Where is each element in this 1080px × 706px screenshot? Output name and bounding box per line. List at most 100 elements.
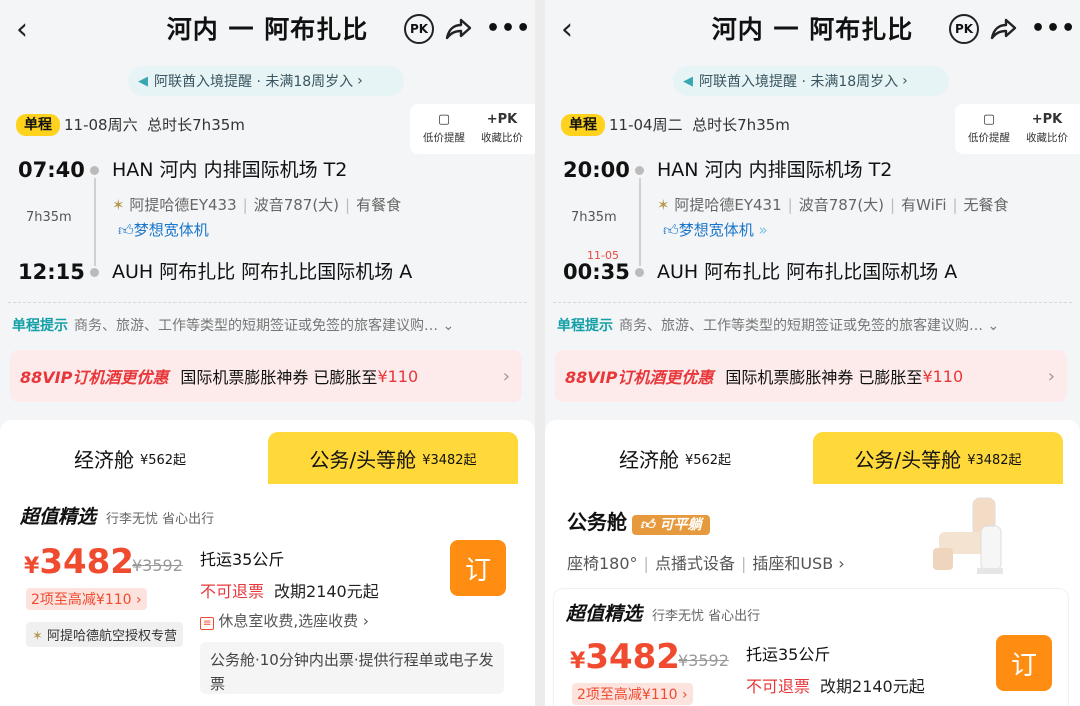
- price-alert-button[interactable]: ▢ 低价提醒: [959, 110, 1019, 145]
- lie-flat-badge: 👍︎ 可平躺: [632, 515, 710, 535]
- original-price: ¥3592: [132, 556, 183, 575]
- offer-card: 超值精选 行李无忧 省心出行 ¥3482 ¥3592 2项至高减¥110 › 托运…: [8, 492, 522, 706]
- arrival-time: 12:15: [18, 260, 85, 284]
- promo-amount: ¥110: [922, 366, 964, 386]
- airline-auth-tag: ✶ 阿提哈德航空授权专营: [26, 622, 184, 647]
- departure-airport: HAN 河内 内排国际机场 T2: [112, 159, 348, 181]
- chevron-right-icon: ›: [902, 73, 908, 89]
- notice-text: 阿联酋入境提醒 · 未满18周岁入: [699, 74, 899, 90]
- tab-business[interactable]: 公务/头等舱 ¥3482起: [813, 432, 1063, 484]
- order-button[interactable]: 订: [996, 635, 1052, 691]
- cabin-title: 公务舱: [567, 510, 627, 534]
- departure-dot: [90, 166, 99, 175]
- divider: [553, 302, 1072, 303]
- arrival-dot: [635, 268, 644, 277]
- share-icon[interactable]: [988, 14, 1018, 48]
- pk-icon[interactable]: PK: [404, 14, 434, 44]
- refund-info: 不可退票 改期2140元起: [200, 582, 379, 601]
- order-button[interactable]: 订: [450, 540, 506, 596]
- collect-compare-button[interactable]: +PK 收藏比价: [472, 110, 532, 145]
- departure-airport: HAN 河内 内排国际机场 T2: [657, 159, 893, 181]
- collect-compare-button[interactable]: +PK 收藏比价: [1017, 110, 1077, 145]
- list-icon: ≡: [200, 617, 215, 630]
- cabin-features[interactable]: 座椅180° | 点播式设备 | 插座和USB ›: [567, 550, 845, 574]
- vip-promo-banner[interactable]: 88VIP订机酒更优惠 国际机票膨胀神券 已膨胀至 ¥110 ›: [555, 350, 1067, 402]
- thumbs-up-icon: 👍︎: [118, 221, 134, 239]
- refund-info: 不可退票 改期2140元起: [746, 677, 925, 696]
- chevron-right-icon: ›: [1047, 365, 1055, 387]
- flight-date: 11-04周二 总时长7h35m: [609, 116, 790, 134]
- chart-alert-icon: ▢: [982, 112, 996, 127]
- share-icon[interactable]: [443, 14, 473, 48]
- departure-time: 20:00: [563, 158, 630, 182]
- discount-badge[interactable]: 2项至高减¥110 ›: [26, 588, 147, 610]
- megaphone-icon: ◀: [683, 73, 693, 89]
- trip-tip[interactable]: 单程提示 商务、旅游、工作等类型的短期签证或免签的旅客建议购… ⌄: [557, 315, 1062, 335]
- tab-business[interactable]: 公务/头等舱 ¥3482起: [268, 432, 518, 484]
- promo-text: 国际机票膨胀神券 已膨胀至: [725, 368, 923, 387]
- ticket-note: 公务舱·10分钟内出票·提供行程单或电子发票: [200, 642, 504, 694]
- action-box: ▢ 低价提醒 +PK 收藏比价: [410, 104, 535, 154]
- baggage-info: 托运35公斤: [200, 550, 285, 569]
- cabin-section: 经济舱 ¥562起 公务/头等舱 ¥3482起 公务舱 👍︎ 可平躺 座椅180° |…: [545, 420, 1080, 706]
- offer-price: ¥3482: [24, 542, 134, 582]
- more-icon[interactable]: •••: [486, 14, 531, 44]
- offer-badge: 超值精选 行李无忧 省心出行: [566, 603, 761, 625]
- route-line: [94, 178, 96, 266]
- chart-alert-icon: ▢: [437, 112, 451, 127]
- offer-badge: 超值精选 行李无忧 省心出行: [20, 506, 215, 528]
- flight-duration: 7h35m: [26, 210, 72, 225]
- action-box: ▢ 低价提醒 +PK 收藏比价: [955, 104, 1080, 154]
- departure-dot: [635, 166, 644, 175]
- trip-tip[interactable]: 单程提示 商务、旅游、工作等类型的短期签证或免签的旅客建议购… ⌄: [12, 315, 517, 335]
- price-alert-button[interactable]: ▢ 低价提醒: [414, 110, 474, 145]
- promo-brand: 88VIP订机酒更优惠: [565, 368, 714, 387]
- wide-body-label: 👍︎梦想宽体机 »: [663, 221, 768, 239]
- route-line: [639, 178, 641, 266]
- double-chevron-icon: »: [758, 221, 768, 239]
- cabin-section: 经济舱 ¥562起 公务/头等舱 ¥3482起 超值精选 行李无忧 省心出行 ¥348…: [0, 420, 535, 706]
- pk-plus-icon: +PK: [1031, 112, 1063, 127]
- megaphone-icon: ◀: [138, 73, 148, 89]
- vip-promo-banner[interactable]: 88VIP订机酒更优惠 国际机票膨胀神券 已膨胀至 ¥110 ›: [10, 350, 522, 402]
- right-panel: ‹ 河内 一 阿布扎比 PK ••• ◀ 阿联酋入境提醒 · 未满18周岁入 ›…: [545, 0, 1080, 706]
- seat-image: [929, 492, 1009, 582]
- arrival-airport: AUH 阿布扎比 阿布扎比国际机场 A: [112, 261, 413, 283]
- chevron-right-icon: ›: [357, 73, 363, 89]
- thumbs-up-icon: 👍︎: [663, 221, 679, 239]
- trip-type-badge: 单程: [16, 114, 60, 136]
- flight-date: 11-08周六 总时长7h35m: [64, 116, 245, 134]
- entry-notice[interactable]: ◀ 阿联酋入境提醒 · 未满18周岁入 ›: [673, 66, 949, 96]
- offer-card: 超值精选 行李无忧 省心出行 ¥3482 ¥3592 2项至高减¥110 › 托运…: [553, 588, 1069, 706]
- tab-economy[interactable]: 经济舱 ¥562起: [20, 432, 240, 484]
- trip-type-badge: 单程: [561, 114, 605, 136]
- notice-text: 阿联酋入境提醒 · 未满18周岁入: [154, 74, 354, 90]
- airline-info: ✶ 阿提哈德EY431 | 波音787(大) | 有WiFi | 无餐食: [657, 196, 1009, 214]
- offer-price: ¥3482: [570, 637, 680, 677]
- original-price: ¥3592: [678, 651, 729, 670]
- discount-badge[interactable]: 2项至高减¥110 ›: [572, 683, 693, 705]
- cabin-header: 公务舱 👍︎ 可平躺: [567, 506, 710, 535]
- tab-economy[interactable]: 经济舱 ¥562起: [565, 432, 785, 484]
- divider: [8, 302, 527, 303]
- arrival-airport: AUH 阿布扎比 阿布扎比国际机场 A: [657, 261, 958, 283]
- airline-logo-icon: ✶: [32, 629, 43, 644]
- airline-logo-icon: ✶: [657, 196, 670, 214]
- airline-logo-icon: ✶: [112, 196, 125, 214]
- fee-info[interactable]: ≡ 休息室收费,选座收费 ›: [200, 610, 369, 631]
- pk-icon[interactable]: PK: [949, 14, 979, 44]
- promo-text: 国际机票膨胀神券 已膨胀至: [180, 368, 378, 387]
- chevron-right-icon: ›: [502, 365, 510, 387]
- entry-notice[interactable]: ◀ 阿联酋入境提醒 · 未满18周岁入 ›: [128, 66, 404, 96]
- flight-duration: 7h35m: [571, 210, 617, 225]
- wide-body-label: 👍︎梦想宽体机: [118, 221, 209, 239]
- left-panel: ‹ 河内 一 阿布扎比 PK ••• ◀ 阿联酋入境提醒 · 未满18周岁入 ›…: [0, 0, 535, 706]
- arrival-time: 00:35: [563, 260, 630, 284]
- promo-amount: ¥110: [377, 366, 419, 386]
- arrival-dot: [90, 268, 99, 277]
- pk-plus-icon: +PK: [486, 112, 518, 127]
- baggage-info: 托运35公斤: [746, 645, 831, 664]
- promo-brand: 88VIP订机酒更优惠: [20, 368, 169, 387]
- departure-time: 07:40: [18, 158, 85, 182]
- more-icon[interactable]: •••: [1031, 14, 1076, 44]
